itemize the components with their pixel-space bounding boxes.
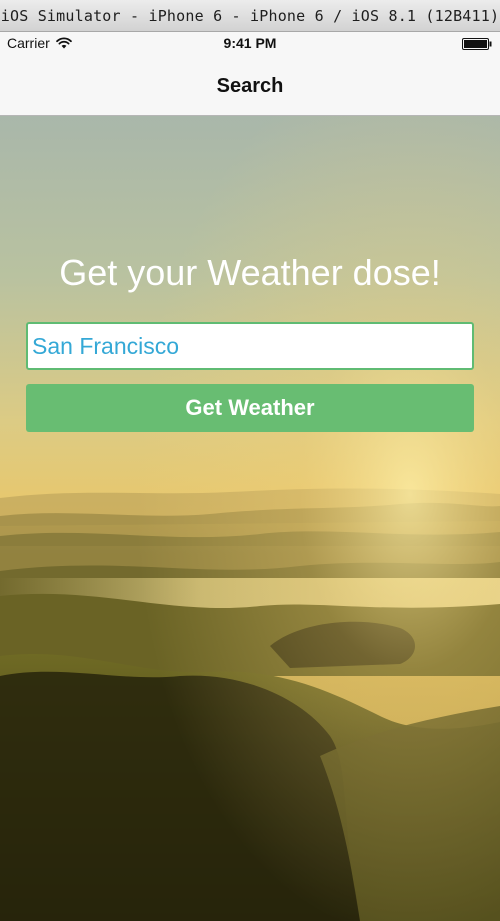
city-search-input[interactable] [26,322,474,370]
background-landscape-image [0,116,500,921]
search-screen: Get your Weather dose! Get Weather [0,116,500,921]
navigation-bar: Search [0,56,500,116]
simulator-window: iOS Simulator - iPhone 6 - iPhone 6 / iO… [0,0,500,921]
simulator-window-title: iOS Simulator - iPhone 6 - iPhone 6 / iO… [0,6,500,25]
battery-icon [462,38,492,50]
get-weather-button[interactable]: Get Weather [26,384,474,432]
nav-title: Search [216,74,284,97]
status-bar: Carrier 9:41 PM [0,32,500,56]
headline: Get your Weather dose! [59,252,441,293]
simulator-title-bar: iOS Simulator - iPhone 6 - iPhone 6 / iO… [0,0,500,32]
status-time: 9:41 PM [223,35,277,51]
